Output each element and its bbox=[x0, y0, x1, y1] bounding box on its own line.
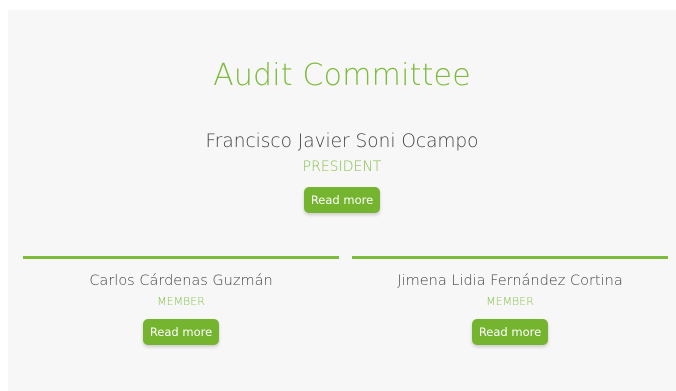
president-card: Francisco Javier Soni Ocampo PRESIDENT R… bbox=[8, 130, 676, 213]
committee-panel: Audit Committee Francisco Javier Soni Oc… bbox=[8, 10, 676, 391]
member-read-more-button[interactable]: Read more bbox=[143, 319, 219, 345]
member-card: Jimena Lidia Fernández Cortina MEMBER Re… bbox=[352, 256, 668, 345]
section-title: Audit Committee bbox=[213, 58, 471, 93]
divider bbox=[352, 256, 668, 259]
president-name: Francisco Javier Soni Ocampo bbox=[205, 131, 479, 152]
member-role: MEMBER bbox=[486, 295, 534, 308]
member-name: Carlos Cárdenas Guzmán bbox=[89, 273, 273, 289]
divider bbox=[23, 256, 339, 259]
member-role: MEMBER bbox=[157, 295, 205, 308]
member-name: Jimena Lidia Fernández Cortina bbox=[397, 273, 623, 289]
member-card: Carlos Cárdenas Guzmán MEMBER Read more bbox=[23, 256, 339, 345]
president-read-more-button[interactable]: Read more bbox=[304, 187, 380, 213]
president-role: PRESIDENT bbox=[302, 159, 382, 175]
member-read-more-button[interactable]: Read more bbox=[472, 319, 548, 345]
